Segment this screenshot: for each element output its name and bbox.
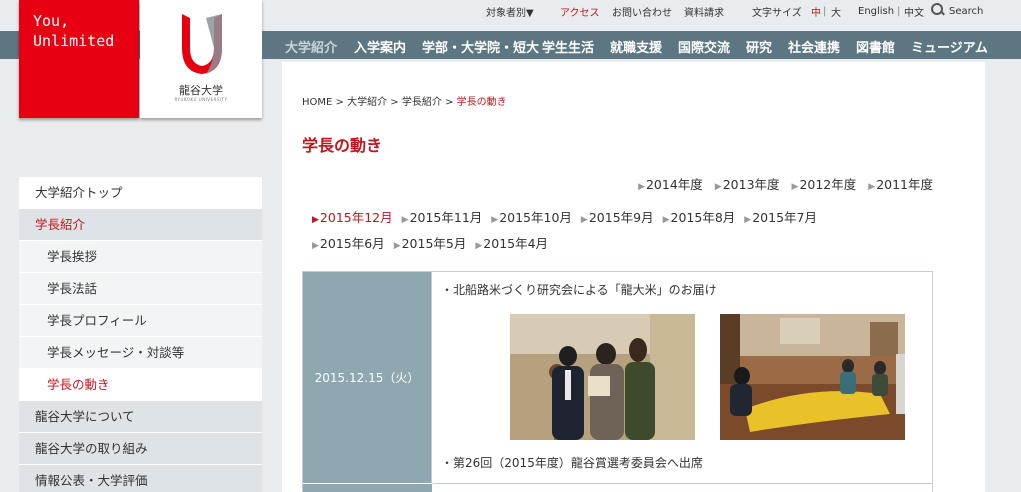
gnav-research[interactable]: 研究 xyxy=(746,37,772,56)
sidebar-item-messages[interactable]: 学長メッセージ・対談等 xyxy=(19,337,262,369)
contact-link[interactable]: お問い合わせ xyxy=(612,4,672,19)
gnav-international[interactable]: 国際交流 xyxy=(678,37,730,56)
breadcrumb-president[interactable]: 学長紹介 xyxy=(402,97,442,108)
arrow-right-icon: ▶ xyxy=(475,241,483,251)
sidebar-item-about-top[interactable]: 大学紹介トップ xyxy=(19,177,262,209)
sidebar-item-about-ryukoku[interactable]: 龍谷大学について xyxy=(19,401,262,433)
text-size-large[interactable]: 大 xyxy=(831,4,841,19)
arrow-right-icon: ▶ xyxy=(312,215,319,225)
bullet-icon: ・ xyxy=(441,456,454,470)
arrow-right-icon: ▶ xyxy=(791,182,799,192)
sidebar-item-profile[interactable]: 学長プロフィール xyxy=(19,305,262,337)
arrow-right-icon: ▶ xyxy=(744,215,752,225)
language-separator: | xyxy=(897,5,901,17)
chinese-link[interactable]: 中文 xyxy=(904,4,924,19)
gnav-library[interactable]: 図書館 xyxy=(856,37,895,56)
gnav-admissions[interactable]: 入学案内 xyxy=(354,37,406,56)
text-size-separator: | xyxy=(823,5,827,17)
month-link[interactable]: ▶2015年5月 xyxy=(394,232,467,258)
breadcrumb: HOME > 大学紹介 > 学長紹介 > 学長の動き xyxy=(302,93,507,108)
gnav-about[interactable]: 大学紹介 xyxy=(285,37,337,56)
arrow-right-icon: ▶ xyxy=(401,215,409,225)
news-item: ・第26回（2015年度）龍谷賞選考委員会へ出席 xyxy=(441,456,703,470)
month-link[interactable]: ▶2015年7月 xyxy=(744,206,817,232)
text-size-medium[interactable]: 中 xyxy=(811,4,821,19)
breadcrumb-home[interactable]: HOME xyxy=(302,97,332,108)
page-title: 学長の動き xyxy=(302,136,383,155)
gnav-career[interactable]: 就職支援 xyxy=(610,37,662,56)
news-date: 2015.12.15（火） xyxy=(303,272,432,483)
arrow-right-icon: ▶ xyxy=(662,215,670,225)
breadcrumb-current: 学長の動き xyxy=(456,97,507,108)
gnav-faculties[interactable]: 学部・大学院・短大 xyxy=(422,37,539,56)
month-link[interactable]: ▶2015年11月 xyxy=(402,206,483,232)
global-nav: 大学紹介 入学案内 学部・大学院・短大 学生生活 就職支援 国際交流 研究 社会… xyxy=(262,31,1021,59)
arrow-right-icon: ▶ xyxy=(868,182,876,192)
audience-menu[interactable]: 対象者別▼ xyxy=(486,4,534,19)
sidebar-item-president[interactable]: 学長紹介 xyxy=(19,209,262,241)
sidebar-item-greeting[interactable]: 学長挨拶 xyxy=(19,241,262,273)
news-photo-1[interactable] xyxy=(510,314,695,440)
bullet-icon: ・ xyxy=(441,283,454,297)
news-date-next xyxy=(303,483,432,492)
sidebar: 大学紹介トップ 学長紹介 学長挨拶 学長法話 学長プロフィール 学長メッセージ・… xyxy=(19,177,262,492)
arrow-right-icon: ▶ xyxy=(393,241,401,251)
search-link[interactable]: Search xyxy=(949,4,983,18)
arrow-right-icon: ▶ xyxy=(580,215,588,225)
month-link[interactable]: ▶2015年9月 xyxy=(581,206,654,232)
month-link[interactable]: ▶2015年4月 xyxy=(475,232,548,258)
search-icon[interactable] xyxy=(931,3,944,17)
sidebar-item-initiatives[interactable]: 龍谷大学の取り組み xyxy=(19,433,262,465)
main-content: HOME > 大学紹介 > 学長紹介 > 学長の動き 学長の動き ▶2014年度… xyxy=(282,62,985,492)
year-link[interactable]: ▶2011年度 xyxy=(868,174,933,193)
access-link[interactable]: アクセス xyxy=(560,4,600,19)
month-link[interactable]: ▶2015年8月 xyxy=(663,206,736,232)
breadcrumb-separator: > xyxy=(335,97,344,108)
sidebar-item-disclosure[interactable]: 情報公表・大学評価 xyxy=(19,465,262,492)
photo-presentation-icon xyxy=(510,314,695,440)
row-divider xyxy=(433,483,932,484)
news-photo-2[interactable] xyxy=(720,314,905,440)
gnav-museum[interactable]: ミュージアム xyxy=(911,37,988,56)
text-size-label: 文字サイズ xyxy=(752,7,802,19)
gnav-community[interactable]: 社会連携 xyxy=(788,37,840,56)
month-link[interactable]: ▶2015年6月 xyxy=(312,232,385,258)
month-links: ▶2015年12月 ▶2015年11月 ▶2015年10月 ▶2015年9月 ▶2015… xyxy=(312,206,872,258)
sidebar-item-dharma-talk[interactable]: 学長法話 xyxy=(19,273,262,305)
brochure-link[interactable]: 資料請求 xyxy=(684,4,724,19)
brand-tagline-block[interactable]: You, Unlimited xyxy=(19,0,139,118)
university-name-en: RYUKOKU UNIVERSITY xyxy=(174,97,228,102)
arrow-right-icon: ▶ xyxy=(714,182,722,192)
brand-tagline: You, Unlimited xyxy=(33,12,115,50)
news-body: ・北船路米づくり研究会による「龍大米」のお届け ・第26回（2015年度）龍谷賞… xyxy=(433,272,932,483)
university-name: 龍谷大学 xyxy=(179,84,223,97)
university-logo[interactable]: 龍谷大学 RYUKOKU UNIVERSITY xyxy=(140,0,262,118)
breadcrumb-about[interactable]: 大学紹介 xyxy=(347,97,387,108)
breadcrumb-separator: > xyxy=(390,97,399,108)
year-links: ▶2014年度 ▶2013年度 ▶2012年度 ▶2011年度 xyxy=(638,174,933,193)
photo-meeting-icon xyxy=(720,314,905,440)
month-link-current[interactable]: ▶2015年12月 xyxy=(312,206,393,232)
year-link[interactable]: ▶2014年度 xyxy=(638,174,703,193)
year-link[interactable]: ▶2013年度 xyxy=(715,174,780,193)
news-item: ・北船路米づくり研究会による「龍大米」のお届け xyxy=(441,283,717,297)
news-table: 2015.12.15（火） ・北船路米づくり研究会による「龍大米」のお届け ・第… xyxy=(302,271,933,492)
month-link[interactable]: ▶2015年10月 xyxy=(491,206,572,232)
english-link[interactable]: English xyxy=(858,4,894,18)
year-link[interactable]: ▶2012年度 xyxy=(792,174,857,193)
arrow-right-icon: ▶ xyxy=(312,241,319,251)
sidebar-item-activities[interactable]: 学長の動き xyxy=(19,369,262,401)
breadcrumb-separator: > xyxy=(445,97,454,108)
arrow-right-icon: ▶ xyxy=(491,215,499,225)
arrow-right-icon: ▶ xyxy=(638,182,645,192)
university-mark-icon xyxy=(182,14,222,74)
gnav-student-life[interactable]: 学生生活 xyxy=(542,37,594,56)
